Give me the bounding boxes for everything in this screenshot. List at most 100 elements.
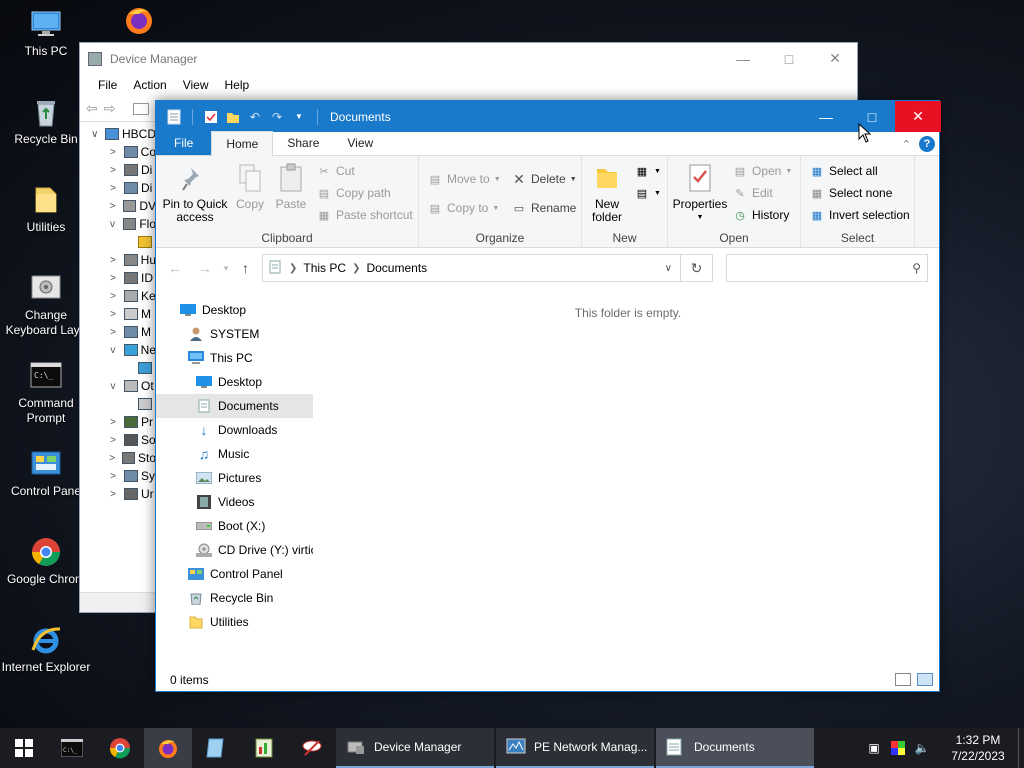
taskbar-pin-cmd[interactable]: C:\_: [48, 728, 96, 768]
chevron-down-icon[interactable]: v: [106, 345, 120, 356]
cut-button[interactable]: ✂ Cut: [316, 162, 354, 180]
color-palette-icon[interactable]: [890, 740, 906, 756]
tree-row[interactable]: [80, 395, 156, 413]
chevron-right-icon[interactable]: >: [106, 165, 120, 176]
taskbar-task-documents[interactable]: Documents: [656, 728, 814, 768]
large-icons-view-icon[interactable]: [917, 673, 933, 686]
maximize-button[interactable]: □: [766, 43, 812, 74]
nav-item-desktop-root[interactable]: Desktop: [156, 298, 313, 322]
address-bar[interactable]: ❯ This PC ❯ Documents ∨: [262, 254, 681, 282]
menu-help[interactable]: Help: [217, 78, 258, 92]
chevron-right-icon[interactable]: >: [106, 327, 120, 338]
show-desktop-button[interactable]: [1018, 728, 1024, 768]
rename-button[interactable]: ▭ Rename: [511, 199, 577, 217]
select-none-button[interactable]: ▦ Select none: [809, 184, 893, 202]
back-icon[interactable]: ⇦: [86, 100, 98, 117]
nav-item-system[interactable]: SYSTEM: [156, 322, 313, 346]
chevron-right-icon[interactable]: >: [106, 255, 120, 266]
nav-item-music[interactable]: ♫ Music: [156, 442, 313, 466]
taskbar-task-pe-network-manager[interactable]: PE Network Manag...: [496, 728, 654, 768]
tree-row[interactable]: [80, 233, 156, 251]
nav-item-utilities[interactable]: Utilities: [156, 610, 313, 634]
chevron-right-icon[interactable]: >: [106, 489, 120, 500]
tree-row[interactable]: > Co: [80, 143, 156, 161]
nav-item-recycle-bin[interactable]: Recycle Bin: [156, 586, 313, 610]
nav-item-pictures[interactable]: Pictures: [156, 466, 313, 490]
clock[interactable]: 1:32 PM 7/22/2023: [938, 732, 1018, 764]
tree-row[interactable]: v Ot: [80, 377, 156, 395]
taskbar-pin-tools[interactable]: [288, 728, 336, 768]
tab-share[interactable]: Share: [273, 131, 333, 155]
tree-row[interactable]: > Di: [80, 161, 156, 179]
taskbar-pin-firefox[interactable]: [144, 728, 192, 768]
menu-file[interactable]: File: [90, 78, 125, 92]
tab-file[interactable]: File: [156, 131, 212, 155]
nav-item-videos[interactable]: Videos: [156, 490, 313, 514]
tree-row[interactable]: > M: [80, 305, 156, 323]
tree-row[interactable]: > Sy: [80, 467, 156, 485]
chevron-right-icon[interactable]: >: [106, 435, 120, 446]
copy-button[interactable]: Copy: [232, 162, 268, 211]
open-button[interactable]: ▤ Open ▼: [732, 162, 793, 180]
chevron-right-icon[interactable]: >: [106, 417, 120, 428]
redo-icon[interactable]: ↷: [269, 109, 285, 125]
edit-button[interactable]: ✎ Edit: [732, 184, 772, 202]
minimize-button[interactable]: —: [720, 43, 766, 74]
nav-item-desktop[interactable]: Desktop: [156, 370, 313, 394]
forward-icon[interactable]: ⇨: [104, 100, 116, 117]
chevron-right-icon[interactable]: >: [106, 201, 119, 212]
nav-item-cd-drive[interactable]: CD Drive (Y:) virtic: [156, 538, 313, 562]
recent-locations-icon[interactable]: ▼: [222, 264, 230, 273]
chevron-down-icon[interactable]: ∨: [665, 263, 672, 274]
copy-path-button[interactable]: ▤ Copy path: [316, 184, 391, 202]
select-all-button[interactable]: ▦ Select all: [809, 162, 878, 180]
nav-item-documents[interactable]: Documents: [156, 394, 313, 418]
tab-view[interactable]: View: [333, 131, 387, 155]
help-icon[interactable]: ?: [919, 136, 935, 152]
taskbar-pin-chrome[interactable]: [96, 728, 144, 768]
desktop-icon-firefox[interactable]: [93, 4, 185, 40]
undo-icon[interactable]: ↶: [247, 109, 263, 125]
tree-root[interactable]: ∨ HBCD: [80, 125, 156, 143]
properties-button[interactable]: Properties ▼: [672, 162, 728, 224]
chevron-right-icon[interactable]: >: [106, 309, 120, 320]
chevron-down-icon[interactable]: v: [106, 219, 119, 230]
tree-row[interactable]: > M: [80, 323, 156, 341]
move-to-button[interactable]: ▤ Move to ▼: [427, 170, 501, 188]
documents-icon[interactable]: [166, 109, 182, 125]
breadcrumb-documents[interactable]: Documents: [366, 261, 427, 275]
chevron-down-icon[interactable]: v: [106, 381, 120, 392]
new-folder-icon[interactable]: [225, 109, 241, 125]
volume-muted-icon[interactable]: 🔈: [914, 740, 930, 756]
tree-row[interactable]: v Flo: [80, 215, 156, 233]
nav-item-boot-drive[interactable]: Boot (X:): [156, 514, 313, 538]
close-button[interactable]: ✕: [812, 43, 858, 74]
paste-shortcut-button[interactable]: ▦ Paste shortcut: [316, 206, 413, 224]
refresh-button[interactable]: ↻: [681, 254, 713, 282]
details-view-icon[interactable]: [895, 673, 911, 686]
tree-row[interactable]: > DV: [80, 197, 156, 215]
menu-action[interactable]: Action: [125, 78, 174, 92]
customize-dropdown-icon[interactable]: ▼: [291, 109, 307, 125]
tab-home[interactable]: Home: [211, 131, 274, 156]
chevron-right-icon[interactable]: ❯: [289, 263, 297, 274]
breadcrumb-this-pc[interactable]: This PC: [303, 261, 346, 275]
taskbar-pin-registry[interactable]: [240, 728, 288, 768]
chevron-right-icon[interactable]: >: [106, 471, 120, 482]
history-button[interactable]: ◷ History: [732, 206, 789, 224]
nav-item-downloads[interactable]: ↓ Downloads: [156, 418, 313, 442]
forward-button[interactable]: →: [198, 260, 212, 276]
up-button[interactable]: ↑: [242, 260, 249, 276]
chevron-right-icon[interactable]: >: [106, 453, 118, 464]
tree-row[interactable]: > Ke: [80, 287, 156, 305]
tree-row[interactable]: > Sto: [80, 449, 156, 467]
tree-row[interactable]: > Di: [80, 179, 156, 197]
new-item-button[interactable]: ▦ ▼: [634, 162, 661, 180]
tree-row[interactable]: > ID: [80, 269, 156, 287]
tree-row[interactable]: > Ur: [80, 485, 156, 503]
maximize-button[interactable]: □: [849, 101, 895, 132]
chevron-right-icon[interactable]: >: [106, 183, 120, 194]
start-button[interactable]: [0, 728, 48, 768]
pin-to-quick-access-button[interactable]: Pin to Quick access: [160, 162, 230, 224]
title-bar[interactable]: Device Manager — □ ✕: [80, 43, 857, 74]
